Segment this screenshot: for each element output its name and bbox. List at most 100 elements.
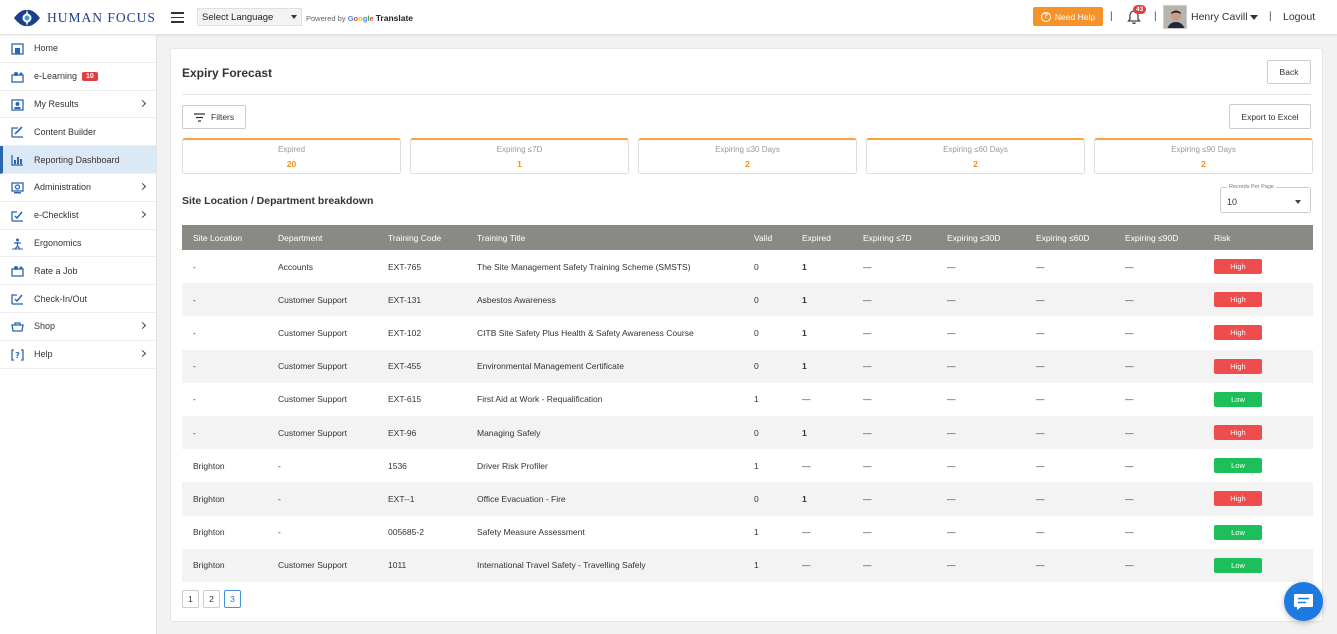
cell-e30: —: [936, 283, 1025, 317]
table-row[interactable]: Brighton -005685-2 Safety Measure Assessme…: [182, 515, 1313, 549]
cell-title: Managing Safely: [466, 415, 743, 450]
cell-e90: —: [1114, 548, 1203, 582]
sidebar-item-shop[interactable]: Shop: [0, 313, 156, 341]
cell-expired[interactable]: 1: [791, 283, 852, 317]
user-avatar[interactable]: [1163, 5, 1187, 29]
page-button-3-current[interactable]: 3: [224, 590, 241, 608]
cell-site: -: [182, 349, 267, 383]
table-row[interactable]: Brighton - EXT--1 Office Evacuation - Fire 0…: [182, 482, 1313, 516]
page-button-1[interactable]: 1: [182, 590, 199, 608]
kpi-value: 20: [286, 159, 297, 169]
cell-dept: Customer Support: [267, 283, 377, 317]
cell-expired[interactable]: 1: [791, 415, 852, 450]
sidebar-item-my-results[interactable]: My Results: [0, 91, 156, 119]
table-row[interactable]: - Customer Support EXT-615 First Aid at Wor…: [182, 382, 1313, 416]
sidebar-item-label: Shop: [34, 321, 56, 332]
cell-expired[interactable]: 1: [791, 316, 852, 350]
sidebar-item-rate-a-job[interactable]: Rate a Job: [0, 257, 156, 286]
chat-button[interactable]: [1284, 582, 1323, 621]
risk-badge: High: [1214, 292, 1262, 308]
cell-expired[interactable]: 1: [791, 349, 852, 383]
column-header[interactable]: Expiring ≤30D: [936, 225, 1025, 250]
kpi-value: 2: [745, 159, 750, 169]
separator: |: [1269, 11, 1272, 22]
table-row[interactable]: - Accounts EXT-765 The Site Management Safe…: [182, 250, 1313, 284]
kpi-card-expiring-90d[interactable]: Expiring ≤90 Days 2: [1094, 138, 1313, 174]
table-row[interactable]: Brighton Customer Support 1011 Internationa…: [182, 548, 1313, 582]
column-header[interactable]: Expiring ≤60D: [1025, 225, 1114, 250]
table-row[interactable]: - Customer Support EXT-455 Environmental Ma…: [182, 349, 1313, 383]
checklist-icon: [11, 211, 23, 222]
table-row[interactable]: - Customer Support EXT-102 CITB Site Safety…: [182, 316, 1313, 350]
brand-logo[interactable]: HUMAN FOCUS: [12, 8, 156, 28]
sidebar-item-reporting-dashboard[interactable]: Reporting Dashboard: [0, 146, 156, 174]
cell-e60: —: [1025, 449, 1114, 483]
column-header[interactable]: Training Code: [377, 225, 466, 250]
breakdown-table: Site Location Department Training Code T…: [182, 225, 1313, 582]
column-header[interactable]: Site Location: [182, 225, 267, 250]
sidebar-item-content-builder[interactable]: Content Builder: [0, 118, 156, 147]
cell-title: First Aid at Work - Requalification: [466, 382, 743, 416]
column-header[interactable]: Expiring ≤7D: [852, 225, 936, 250]
menu-toggle-icon[interactable]: [171, 12, 184, 23]
sidebar-item-ergonomics[interactable]: Ergonomics: [0, 230, 156, 258]
cell-risk: Low: [1203, 515, 1313, 549]
cell-e60: —: [1025, 250, 1114, 284]
export-to-excel-button[interactable]: Export to Excel: [1229, 104, 1311, 129]
kpi-card-expired[interactable]: Expired 20: [182, 138, 401, 174]
cell-site: -: [182, 283, 267, 317]
kpi-card-expiring-7d[interactable]: Expiring ≤7D 1: [410, 138, 629, 174]
user-name-menu[interactable]: Henry Cavill: [1191, 11, 1248, 23]
cell-valid: 1: [743, 548, 791, 582]
cell-expired[interactable]: 1: [791, 482, 852, 516]
sidebar-item-check-in-out[interactable]: Check-In/Out: [0, 285, 156, 313]
kpi-card-expiring-30d[interactable]: Expiring ≤30 Days 2: [638, 138, 857, 174]
risk-badge: High: [1214, 325, 1262, 341]
elearning-icon: [11, 71, 24, 83]
sidebar-item-home[interactable]: Home: [0, 35, 156, 63]
need-help-button[interactable]: ? Need Help: [1033, 7, 1103, 26]
home-icon: [11, 43, 24, 55]
cell-risk: High: [1203, 250, 1313, 284]
risk-badge: High: [1214, 491, 1262, 507]
cell-e90: —: [1114, 515, 1203, 549]
cell-e30: —: [936, 250, 1025, 284]
cell-e30: —: [936, 449, 1025, 483]
cell-e60: —: [1025, 283, 1114, 317]
filters-button[interactable]: Filters: [182, 105, 246, 129]
records-per-page-select[interactable]: Records Per Page 10: [1220, 184, 1311, 213]
sidebar-item-elearning[interactable]: e-Learning 10: [0, 63, 156, 91]
logout-link[interactable]: Logout: [1283, 11, 1315, 23]
column-header[interactable]: Valid: [743, 225, 791, 250]
language-select[interactable]: Select Language: [197, 8, 302, 26]
cell-dept: Customer Support: [267, 548, 377, 582]
table-row[interactable]: - Customer Support EXT-131 Asbestos Awarene…: [182, 283, 1313, 317]
chevron-right-icon: [138, 349, 147, 357]
cell-code: EXT--1: [377, 482, 466, 516]
page-button-2[interactable]: 2: [203, 590, 220, 608]
cell-e90: —: [1114, 349, 1203, 383]
table-row[interactable]: - Customer Support EXT-96 Managing Safely 0 1…: [182, 415, 1313, 450]
kpi-card-expiring-60d[interactable]: Expiring ≤60 Days 2: [866, 138, 1085, 174]
cell-expired[interactable]: 1: [791, 250, 852, 284]
column-header[interactable]: Department: [267, 225, 377, 250]
column-header[interactable]: Training Title: [466, 225, 743, 250]
user-menu-chevron-down-icon[interactable]: [1250, 15, 1258, 20]
kpi-label: Expired: [277, 145, 306, 154]
column-header[interactable]: Expired: [791, 225, 852, 250]
translate-link[interactable]: Translate: [376, 13, 413, 23]
column-header[interactable]: Expiring ≤90D: [1114, 225, 1203, 250]
column-header[interactable]: Risk: [1203, 225, 1313, 250]
sidebar-item-help[interactable]: ? Help: [0, 341, 156, 369]
back-button[interactable]: Back: [1267, 60, 1311, 84]
sidebar-item-e-checklist[interactable]: e-Checklist: [0, 202, 156, 230]
cell-site: -: [182, 382, 267, 416]
sidebar-item-administration[interactable]: Administration: [0, 174, 156, 202]
cell-title: Environmental Management Certificate: [466, 349, 743, 383]
cell-code: EXT-765: [377, 250, 466, 284]
cell-title: Safety Measure Assessment: [466, 515, 743, 549]
cell-risk: High: [1203, 349, 1313, 383]
chart-icon: [11, 155, 23, 166]
cell-code: EXT-102: [377, 316, 466, 350]
table-row[interactable]: Brighton -1536 Driver Risk Profiler 1— — — — — L…: [182, 449, 1313, 483]
